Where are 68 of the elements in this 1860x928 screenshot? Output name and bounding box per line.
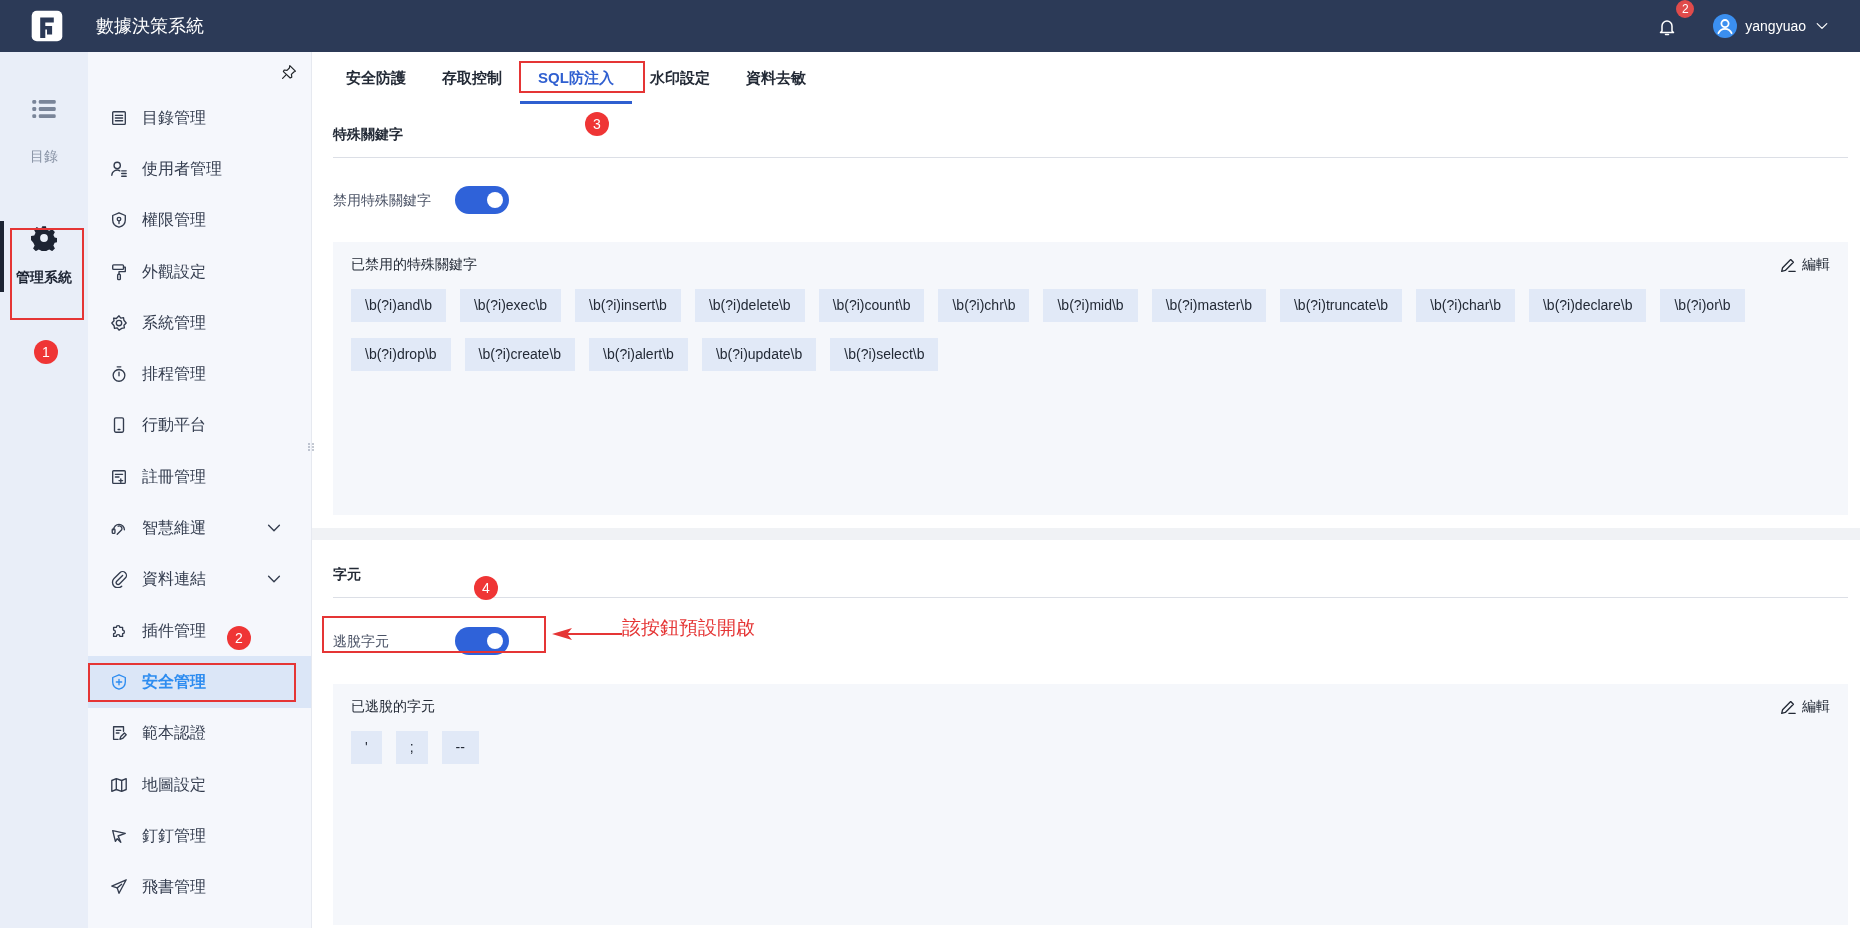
user-name[interactable]: yangyuao: [1745, 15, 1806, 37]
toggle-label: 禁用特殊關鍵字: [333, 190, 432, 210]
menu-item[interactable]: 外觀設定: [88, 245, 311, 298]
logo-icon: [30, 9, 64, 43]
keyword-tag: \b(?i)drop\b: [351, 338, 451, 371]
keyword-tag: \b(?i)select\b: [830, 338, 939, 371]
menu-item[interactable]: 智慧維運: [88, 502, 311, 554]
panel-title: 已禁用的特殊關鍵字: [351, 255, 477, 274]
paperclip-icon: [110, 570, 128, 589]
user-icon: [110, 159, 128, 178]
toggle-switch[interactable]: [455, 627, 509, 655]
keyword-tag: \b(?i)create\b: [464, 338, 576, 371]
toggle-label: 逃脫字元: [333, 631, 390, 651]
menu-item[interactable]: 排程管理: [88, 348, 311, 400]
keyword-tag: \b(?i)delete\b: [694, 289, 805, 322]
keyword-tag: \b(?i)exec\b: [459, 289, 562, 322]
keyword-tag: ': [351, 731, 382, 764]
keyword-tag: \b(?i)and\b: [351, 289, 446, 322]
menu-item[interactable]: 目錄管理: [88, 92, 311, 144]
notification-count: 2: [1676, 0, 1695, 18]
edit-button[interactable]: 編輯: [1779, 254, 1830, 275]
rail-item[interactable]: 管理系統: [0, 221, 88, 292]
keyword-tag: \b(?i)alert\b: [589, 338, 688, 371]
keyword-tag: \b(?i)char\b: [1416, 289, 1515, 322]
edit-button[interactable]: 編輯: [1779, 696, 1830, 717]
keyword-tag: \b(?i)truncate\b: [1280, 289, 1403, 322]
toggle-switch[interactable]: [455, 186, 509, 214]
send-icon: [110, 878, 128, 897]
menu-item[interactable]: 註冊管理: [88, 451, 311, 503]
keyword-tag: \b(?i)declare\b: [1528, 289, 1647, 322]
keyword-tag: \b(?i)or\b: [1660, 289, 1745, 322]
keyword-tag: \b(?i)insert\b: [575, 289, 681, 322]
keyword-tag: \b(?i)chr\b: [938, 289, 1030, 322]
tab[interactable]: 安全防護: [328, 56, 424, 104]
keyword-tag: \b(?i)master\b: [1151, 289, 1266, 322]
menu-item[interactable]: 資料連結: [88, 553, 311, 605]
menu-item[interactable]: 飛書管理: [88, 861, 311, 913]
menu-item[interactable]: 系統管理: [88, 297, 311, 349]
panel-title: 已逃脫的字元: [351, 697, 435, 716]
menu-item[interactable]: 地圖設定: [88, 758, 311, 811]
pin-icon[interactable]: [281, 64, 297, 80]
map-icon: [110, 775, 128, 794]
tab[interactable]: 水印設定: [631, 56, 728, 104]
timer-icon: [110, 365, 128, 384]
menu-item[interactable]: 權限管理: [88, 194, 311, 246]
user-avatar-icon: [1713, 14, 1738, 38]
document-edit-icon: [110, 724, 128, 743]
paint-roller-icon: [110, 262, 128, 281]
tab[interactable]: 資料去敏: [727, 56, 824, 104]
menu-item[interactable]: 使用者管理: [88, 143, 311, 195]
callout-arrow: [552, 627, 622, 641]
tab[interactable]: 存取控制: [424, 56, 520, 104]
gear-icon: [110, 313, 128, 332]
keyword-tag: \b(?i)count\b: [818, 289, 925, 322]
gear-icon: [31, 225, 57, 251]
keyword-tag: \b(?i)mid\b: [1043, 289, 1138, 322]
keyword-tag: \b(?i)update\b: [701, 338, 817, 371]
shield-plus-icon: [110, 672, 128, 691]
form-icon: [110, 467, 128, 486]
keyword-tag: --: [441, 731, 479, 764]
menu-item[interactable]: 範本認證: [88, 707, 311, 759]
list-icon: [110, 108, 128, 127]
callout-text: 該按鈕預設開啟: [622, 616, 755, 640]
keyword-tag: ;: [395, 731, 428, 764]
app-title: 數據決策系統: [96, 14, 204, 38]
shield-icon: [110, 211, 128, 230]
menu-item[interactable]: 釘釘管理: [88, 810, 311, 862]
menu-item[interactable]: 行動平台: [88, 399, 311, 452]
